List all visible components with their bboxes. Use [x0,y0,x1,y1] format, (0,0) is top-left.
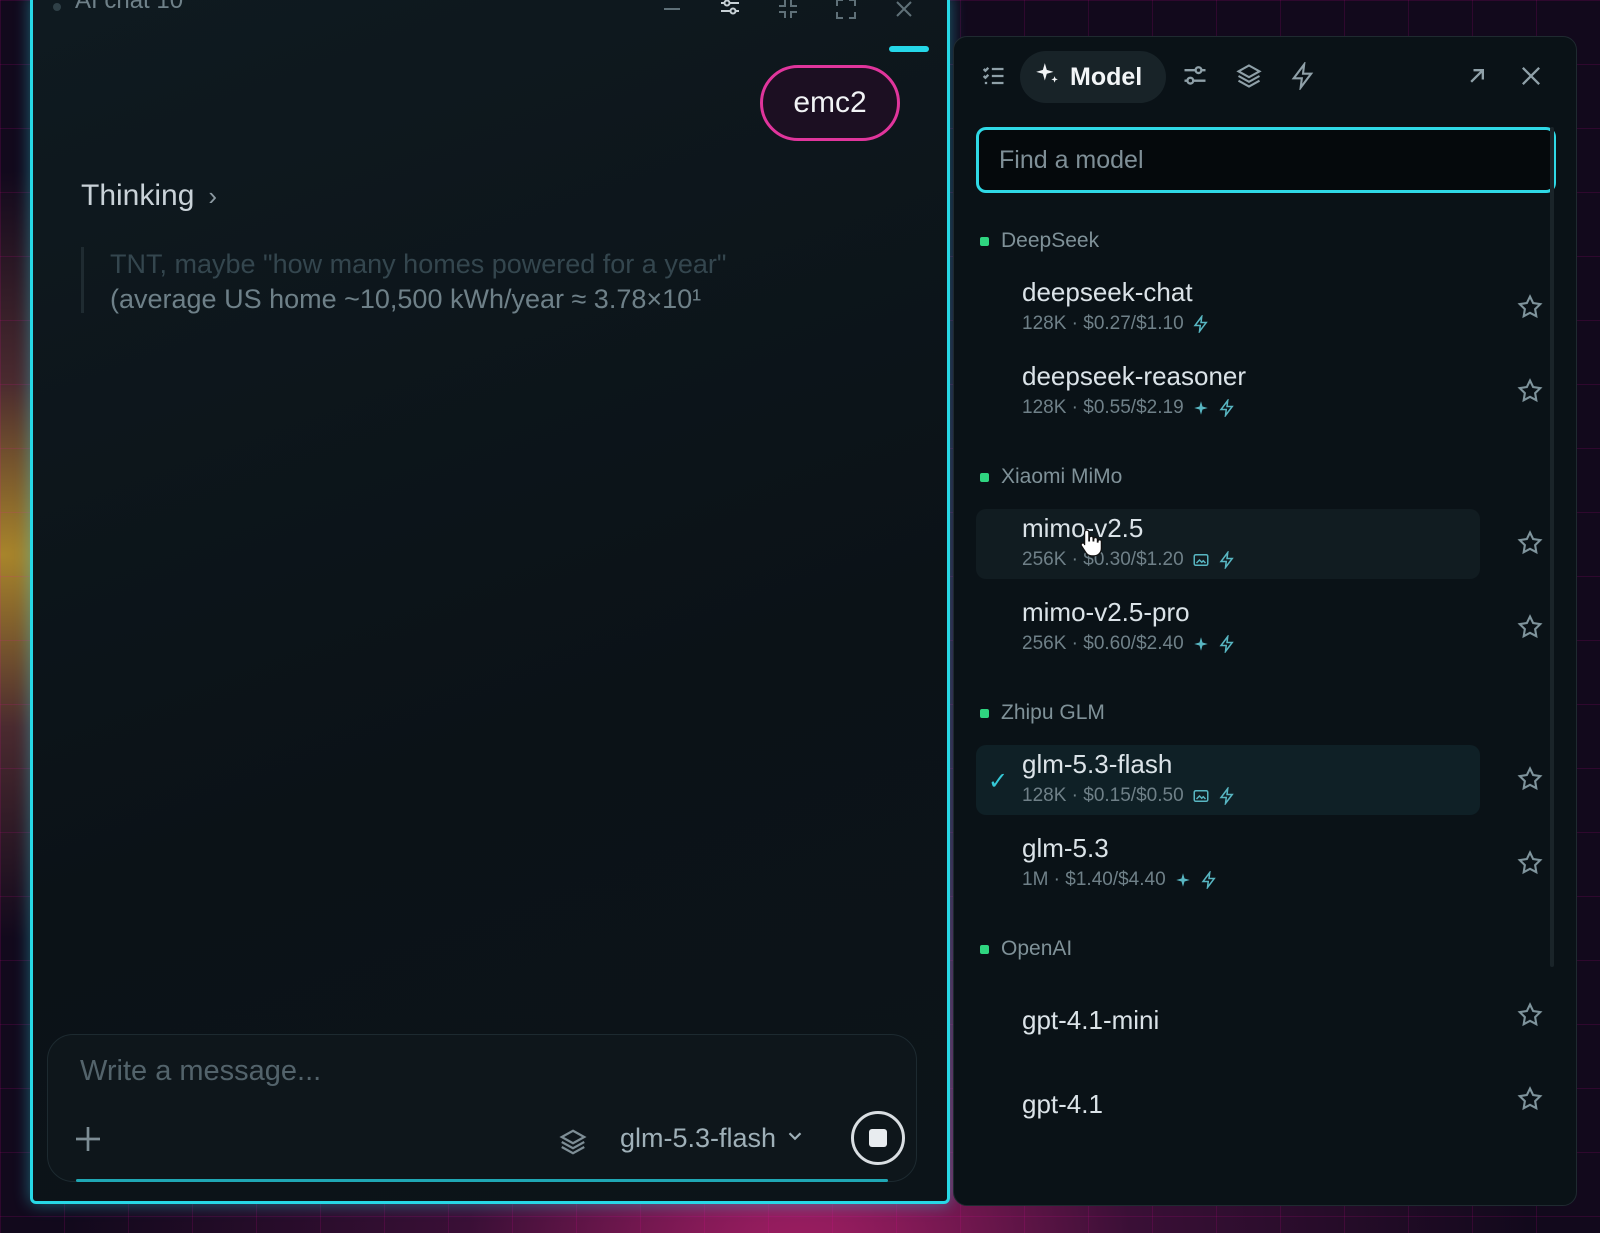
model-meta-text: 128K · $0.55/$2.19 [1022,397,1184,418]
favorite-star-icon[interactable] [1516,1001,1546,1031]
stop-button[interactable] [851,1111,905,1165]
scroll-indicator [889,46,929,52]
close-icon[interactable] [891,0,917,21]
model-meta-text: 256K · $0.60/$2.40 [1022,633,1184,654]
collapse-icon[interactable] [775,0,801,21]
thinking-toggle[interactable]: Thinking › [81,179,217,213]
sparkle-icon [1192,399,1210,417]
group-header: Zhipu GLM [980,701,1105,725]
thought-line: TNT, maybe "how many homes powered for a… [110,249,727,279]
tab-model[interactable]: Model [1020,51,1166,103]
model-name: deepseek-reasoner [1022,361,1247,391]
bolt-icon [1192,315,1210,333]
stop-icon [869,1129,887,1147]
model-meta: 256K · $0.30/$1.20 [1022,549,1236,571]
thinking-content: TNT, maybe "how many homes powered for a… [81,247,861,314]
add-attachment-icon[interactable] [72,1123,104,1155]
message-composer: Write a message... glm-5.3-flash [47,1034,917,1182]
group-header: DeepSeek [980,229,1099,253]
model-search-input[interactable] [976,127,1556,193]
layers-icon[interactable] [1232,59,1266,93]
pop-out-icon[interactable] [1460,59,1494,93]
bolt-icon[interactable] [1286,59,1320,93]
scrollbar[interactable] [1550,127,1554,967]
model-selector[interactable]: glm-5.3-flash [620,1123,806,1154]
group-dot [980,944,989,954]
group-header: OpenAI [980,937,1072,961]
close-icon[interactable] [1514,59,1548,93]
model-name: glm-5.3 [1022,833,1109,863]
model-name: mimo-v2.5-pro [1022,597,1190,627]
list-icon[interactable] [976,59,1010,93]
model-item[interactable]: deepseek-reasoner 128K · $0.55/$2.19 [976,357,1480,427]
favorite-star-icon[interactable] [1516,1085,1546,1115]
model-item[interactable]: mimo-v2.5-pro 256K · $0.60/$2.40 [976,593,1480,663]
status-dot [53,3,61,11]
model-meta: 128K · $0.55/$2.19 [1022,397,1236,419]
model-name: gpt-4.1 [1022,1089,1103,1119]
sliders-icon[interactable] [1178,59,1212,93]
sparkle-icon [1192,635,1210,653]
chat-title: AI chat 10 [75,0,184,14]
model-selector-label: glm-5.3-flash [620,1123,777,1153]
favorite-star-icon[interactable] [1516,765,1546,795]
bolt-icon [1218,399,1236,417]
panel-tabs: Model [954,37,1576,117]
favorite-star-icon[interactable] [1516,377,1546,407]
sparkle-icon [1034,61,1060,94]
chevron-right-icon: › [208,180,218,211]
layers-icon[interactable] [558,1127,588,1157]
model-item-selected[interactable]: ✓ glm-5.3-flash 128K · $0.15/$0.50 [976,745,1480,815]
model-panel: Model DeepSeek deepseek-chat 128K · $0.2… [953,36,1577,1206]
fullscreen-icon[interactable] [833,0,859,21]
model-item[interactable]: gpt-4.1-mini [976,987,1480,1057]
tab-model-label: Model [1070,62,1143,91]
model-item[interactable]: gpt-4.1 [976,1071,1480,1141]
group-dot [980,472,989,482]
model-item[interactable]: mimo-v2.5 256K · $0.30/$1.20 [976,509,1480,579]
sparkle-icon [1174,871,1192,889]
image-icon [1192,787,1210,805]
bolt-icon [1200,871,1218,889]
favorite-star-icon[interactable] [1516,849,1546,879]
minimize-icon[interactable] [659,0,685,21]
favorite-star-icon[interactable] [1516,293,1546,323]
model-item[interactable]: deepseek-chat 128K · $0.27/$1.10 [976,273,1480,343]
bolt-icon [1218,787,1236,805]
model-meta: 128K · $0.27/$1.10 [1022,313,1210,335]
model-meta-text: 128K · $0.15/$0.50 [1022,785,1184,806]
model-name: glm-5.3-flash [1022,749,1173,779]
model-meta: 256K · $0.60/$2.40 [1022,633,1236,655]
check-icon: ✓ [988,768,1009,795]
thinking-label: Thinking [81,179,195,212]
group-dot [980,236,989,246]
bolt-icon [1218,635,1236,653]
image-icon [1192,551,1210,569]
model-name: gpt-4.1-mini [1022,1005,1160,1035]
bolt-icon [1218,551,1236,569]
favorite-star-icon[interactable] [1516,613,1546,643]
group-name: Zhipu GLM [1001,701,1105,724]
thought-line: (average US home ~10,500 kWh/year ≈ 3.78… [110,284,702,314]
group-dot [980,708,989,718]
group-name: DeepSeek [1001,229,1100,252]
favorite-star-icon[interactable] [1516,529,1546,559]
model-meta: 1M · $1.40/$4.40 [1022,869,1218,891]
hand-cursor-icon [1078,528,1104,558]
model-meta: 128K · $0.15/$0.50 [1022,785,1236,807]
chat-window: AI chat 10 emc2 Thinking › TNT, maybe "h… [30,0,950,1204]
group-name: Xiaomi MiMo [1001,465,1123,488]
message-input[interactable]: Write a message... [80,1055,321,1088]
chevron-down-icon [784,1123,806,1154]
model-meta-text: 1M · $1.40/$4.40 [1022,869,1166,890]
sliders-icon[interactable] [717,0,743,21]
user-message-bubble: emc2 [760,65,900,141]
group-header: Xiaomi MiMo [980,465,1122,489]
group-name: OpenAI [1001,937,1073,960]
composer-progress [76,1179,888,1182]
model-item[interactable]: glm-5.3 1M · $1.40/$4.40 [976,829,1480,899]
model-name: deepseek-chat [1022,277,1193,307]
chat-titlebar: AI chat 10 [33,0,947,27]
model-meta-text: 128K · $0.27/$1.10 [1022,313,1184,334]
